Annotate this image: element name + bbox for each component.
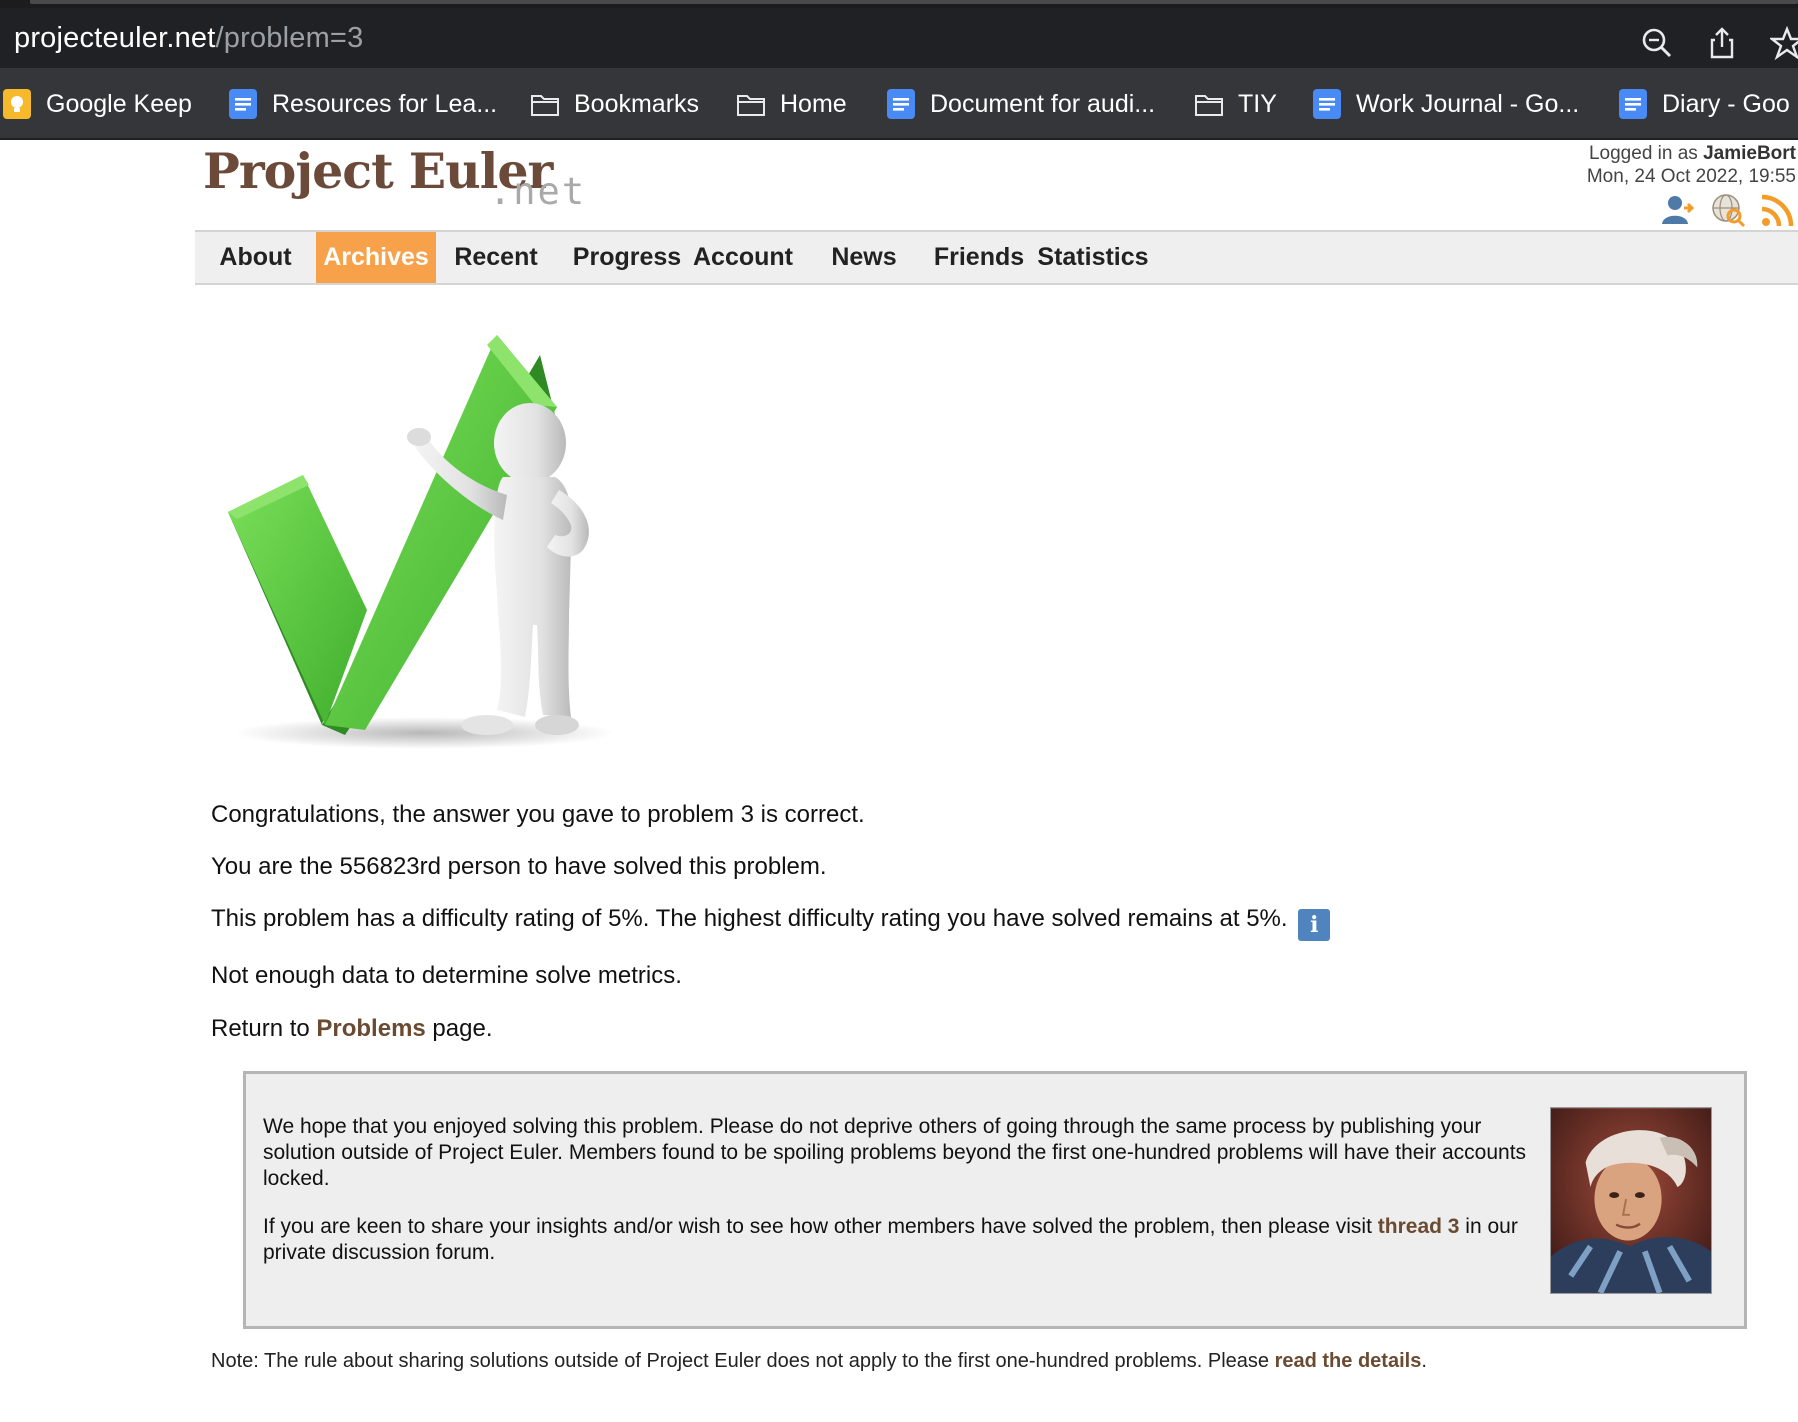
notice-text: We hope that you enjoyed solving this pr… bbox=[263, 1114, 1531, 1288]
window-top-strip bbox=[0, 0, 1798, 8]
bookmark-label: Google Keep bbox=[46, 89, 192, 118]
congrats-message: Congratulations, the answer you gave to … bbox=[211, 801, 865, 828]
correct-checkmark-illustration bbox=[228, 335, 615, 749]
bookmark-resources[interactable]: Resources for Lea... bbox=[228, 86, 497, 122]
bookmarks-bar: Google Keep Resources for Lea... Bookmar… bbox=[0, 68, 1798, 140]
bookmark-document-for-audi[interactable]: Document for audi... bbox=[886, 86, 1155, 122]
difficulty-text: This problem has a difficulty rating of … bbox=[211, 905, 1288, 932]
difficulty-message: This problem has a difficulty rating of … bbox=[211, 905, 1331, 941]
login-status: Logged in as JamieBort bbox=[1588, 143, 1796, 164]
bookmark-home-folder[interactable]: Home bbox=[736, 86, 847, 122]
bookmark-label: Resources for Lea... bbox=[272, 89, 498, 118]
address-bar[interactable]: projecteuler.net/problem=3 bbox=[0, 8, 1798, 68]
notice-paragraph-2: If you are keen to share your insights a… bbox=[263, 1215, 1518, 1264]
folder-icon bbox=[531, 95, 559, 116]
folder-icon bbox=[1195, 95, 1223, 116]
problems-link[interactable]: Problems bbox=[316, 1015, 425, 1042]
metrics-message: Not enough data to determine solve metri… bbox=[211, 962, 682, 989]
notice-paragraph-1: We hope that you enjoyed solving this pr… bbox=[263, 1115, 1527, 1190]
account-icon[interactable] bbox=[1660, 192, 1696, 228]
tab-strip-edge bbox=[30, 0, 1798, 4]
bookmark-google-keep[interactable]: Google Keep bbox=[2, 86, 192, 122]
nav-news[interactable]: News bbox=[804, 232, 924, 283]
thread-link[interactable]: thread 3 bbox=[1378, 1215, 1460, 1238]
google-keep-icon bbox=[3, 89, 31, 119]
google-docs-icon bbox=[229, 89, 257, 119]
sharing-notice-box: We hope that you enjoyed solving this pr… bbox=[243, 1071, 1747, 1329]
url-path: /problem=3 bbox=[215, 22, 364, 54]
folder-icon bbox=[737, 95, 765, 116]
logo-suffix: .net bbox=[489, 170, 587, 213]
google-docs-icon bbox=[887, 89, 915, 119]
share-icon[interactable] bbox=[1705, 26, 1739, 60]
google-docs-icon bbox=[1313, 89, 1341, 119]
nav-about[interactable]: About bbox=[195, 232, 316, 283]
nav-account[interactable]: Account bbox=[683, 232, 803, 283]
read-details-link[interactable]: read the details bbox=[1275, 1350, 1422, 1372]
footer-note: Note: The rule about sharing solutions o… bbox=[211, 1350, 1427, 1372]
rank-message: You are the 556823rd person to have solv… bbox=[211, 853, 827, 880]
rss-feed-icon[interactable] bbox=[1760, 192, 1796, 228]
zoom-icon[interactable] bbox=[1640, 26, 1674, 60]
bookmark-bookmarks-folder[interactable]: Bookmarks bbox=[530, 86, 699, 122]
bookmark-label: TIY bbox=[1238, 89, 1277, 118]
username: JamieBort bbox=[1703, 143, 1796, 164]
bookmark-work-journal[interactable]: Work Journal - Go... bbox=[1312, 86, 1579, 122]
nav-friends[interactable]: Friends bbox=[919, 232, 1039, 283]
current-datetime: Mon, 24 Oct 2022, 19:55 bbox=[1586, 166, 1796, 187]
user-info: Logged in as JamieBort Mon, 24 Oct 2022,… bbox=[1587, 142, 1796, 188]
header-icons bbox=[1660, 192, 1796, 228]
nav-statistics[interactable]: Statistics bbox=[1033, 232, 1153, 283]
site-logo[interactable]: Project Euler .net bbox=[203, 142, 584, 213]
euler-portrait-image bbox=[1550, 1107, 1712, 1294]
nav-archives[interactable]: Archives bbox=[316, 232, 436, 283]
nav-recent[interactable]: Recent bbox=[436, 232, 556, 283]
bookmark-label: Document for audi... bbox=[930, 89, 1156, 118]
language-globe-icon[interactable] bbox=[1710, 192, 1746, 228]
google-docs-icon bbox=[1619, 89, 1647, 119]
return-message: Return to Problems page. bbox=[211, 1015, 493, 1042]
info-icon[interactable]: i bbox=[1298, 909, 1331, 941]
bookmark-label: Diary - Goo bbox=[1662, 89, 1790, 118]
bookmark-label: Home bbox=[780, 89, 847, 118]
bookmark-label: Bookmarks bbox=[574, 89, 700, 118]
star-icon[interactable] bbox=[1770, 26, 1798, 60]
bookmark-label: Work Journal - Go... bbox=[1356, 89, 1580, 118]
url-field[interactable]: projecteuler.net/problem=3 bbox=[14, 22, 363, 55]
nav-progress[interactable]: Progress bbox=[567, 232, 687, 283]
bookmark-tiy-folder[interactable]: TIY bbox=[1194, 86, 1277, 122]
bookmark-diary[interactable]: Diary - Goo bbox=[1618, 86, 1790, 122]
url-host: projecteuler.net bbox=[14, 22, 216, 54]
main-nav: About Archives Recent Progress Account N… bbox=[195, 230, 1798, 285]
